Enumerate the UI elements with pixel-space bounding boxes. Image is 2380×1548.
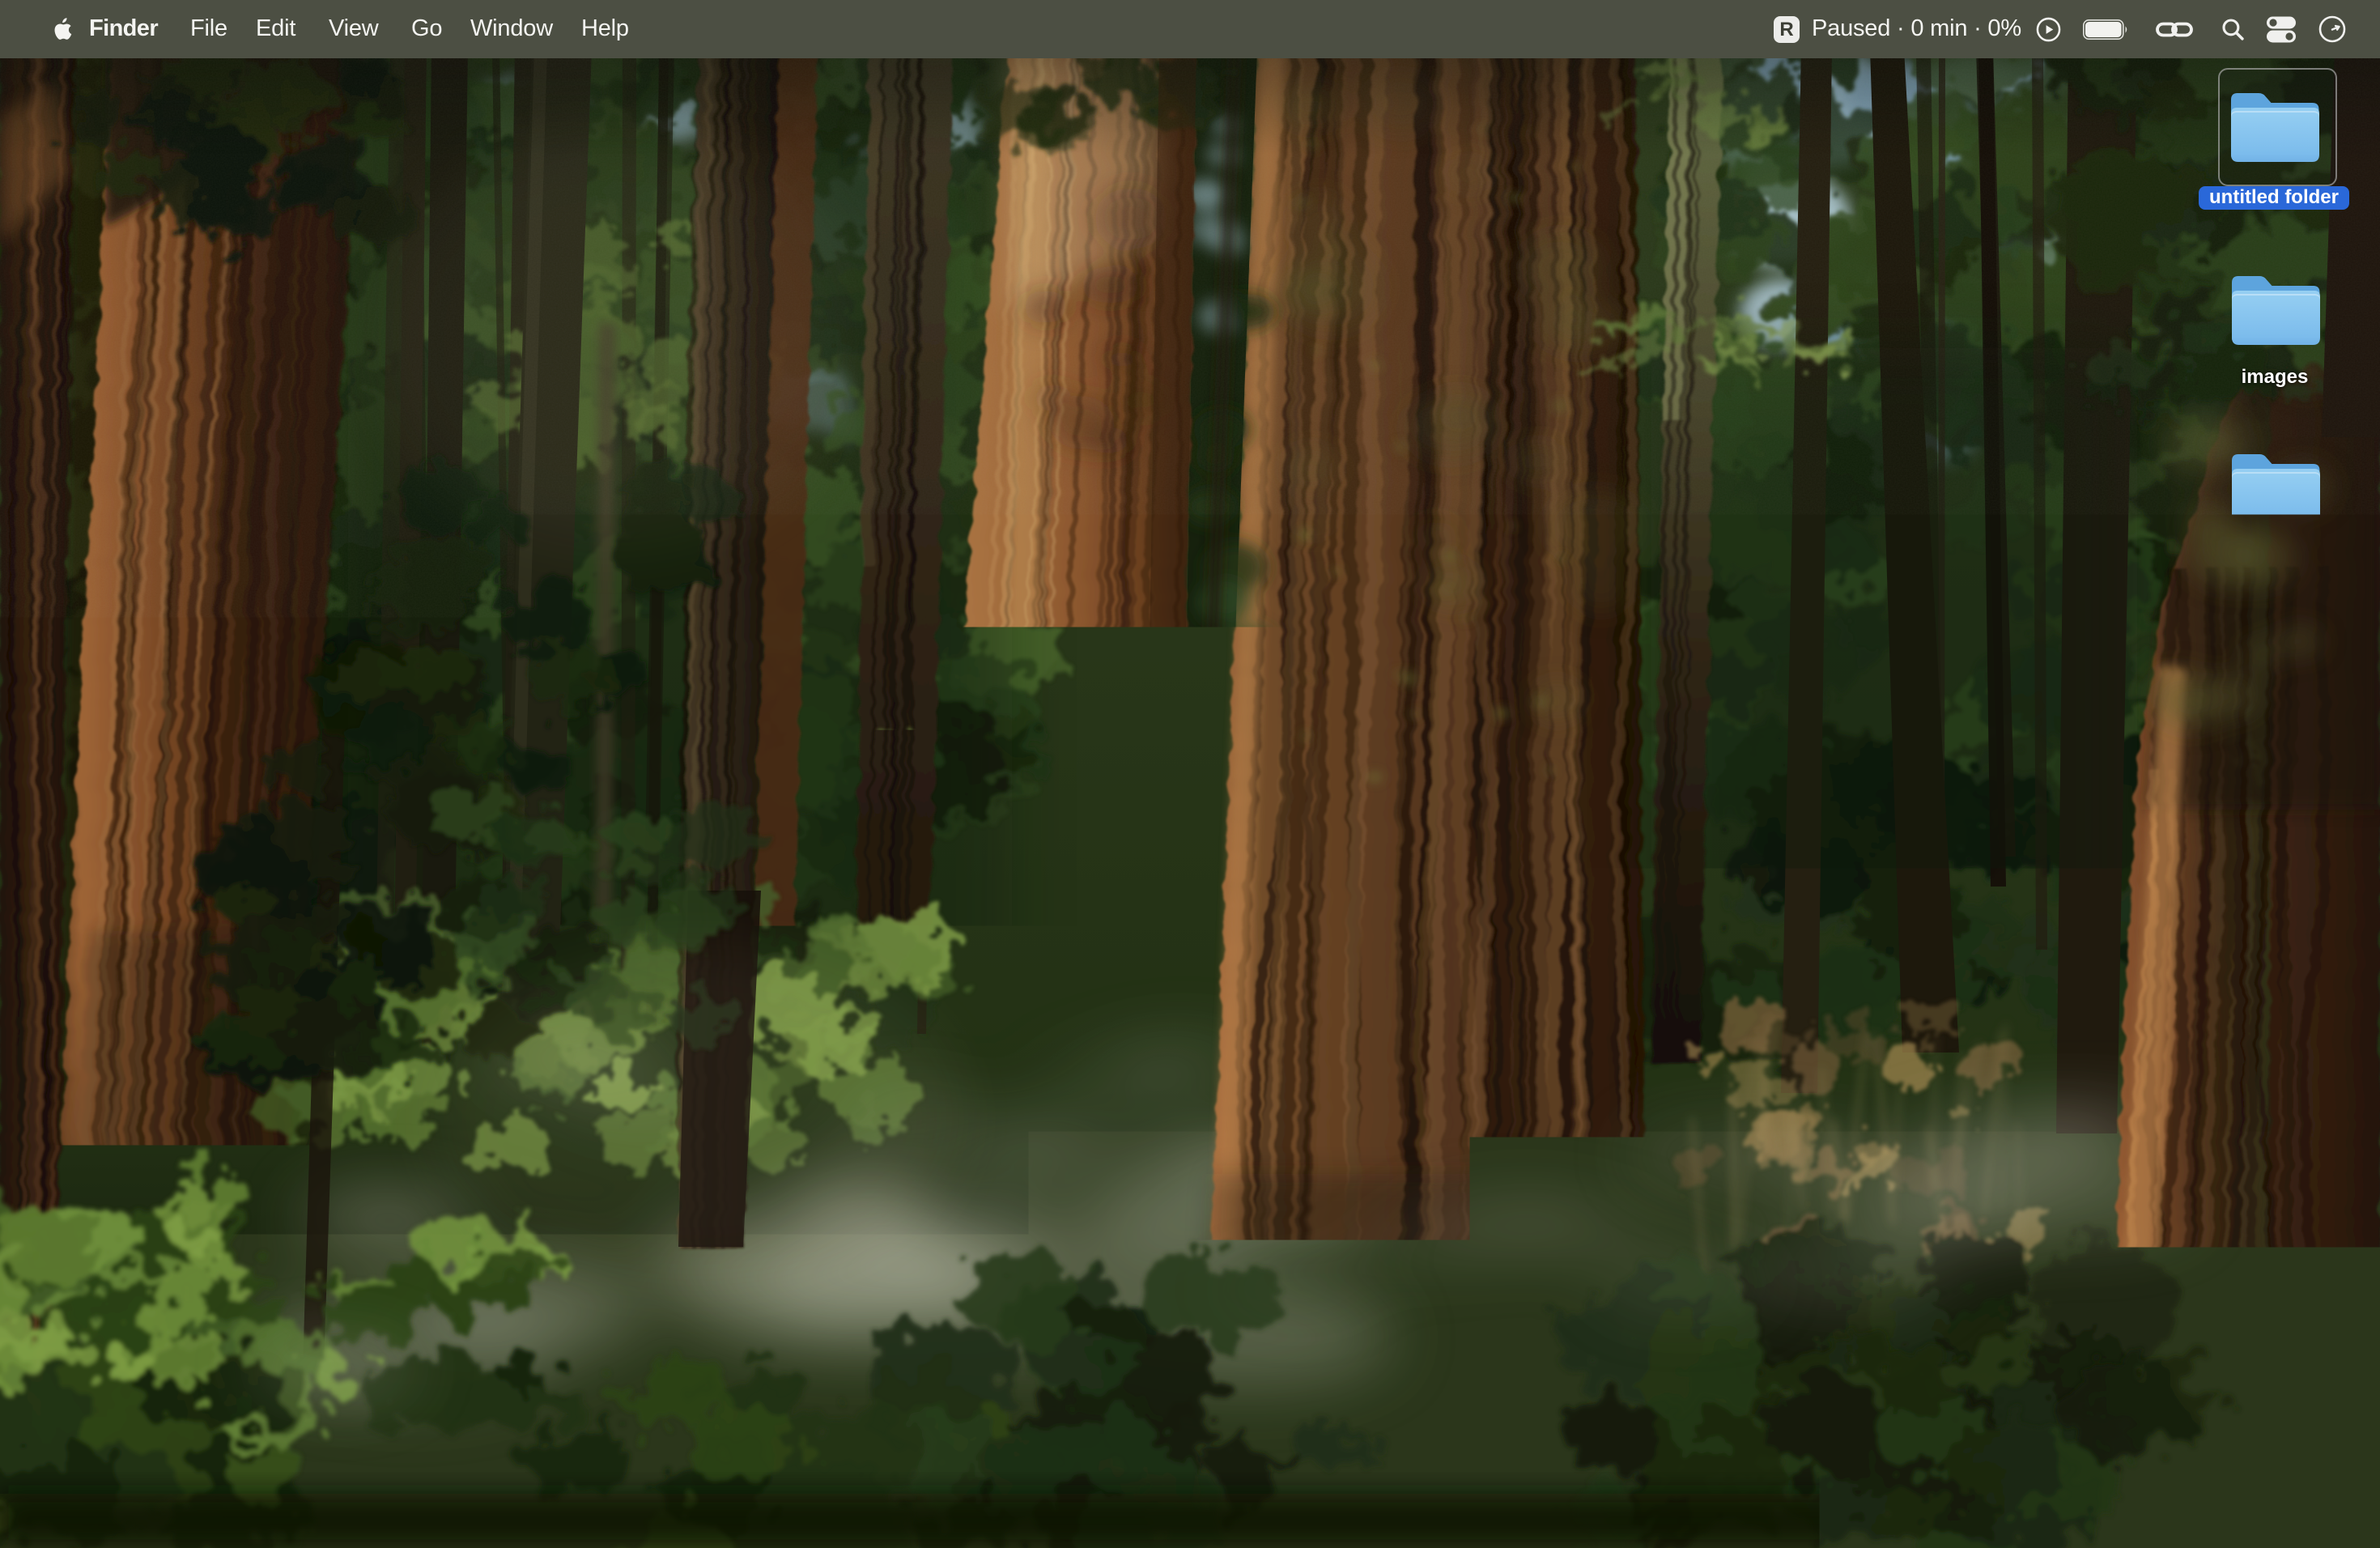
- svg-text:17: 17: [593, 1479, 631, 1517]
- svg-text:PDF: PDF: [1747, 1513, 1763, 1522]
- svg-text:Aa: Aa: [1647, 1477, 1679, 1507]
- svg-text:1: 1: [934, 1462, 942, 1478]
- svg-text:zoom: zoom: [1322, 1480, 1369, 1501]
- svg-text:FEB: FEB: [601, 1465, 622, 1477]
